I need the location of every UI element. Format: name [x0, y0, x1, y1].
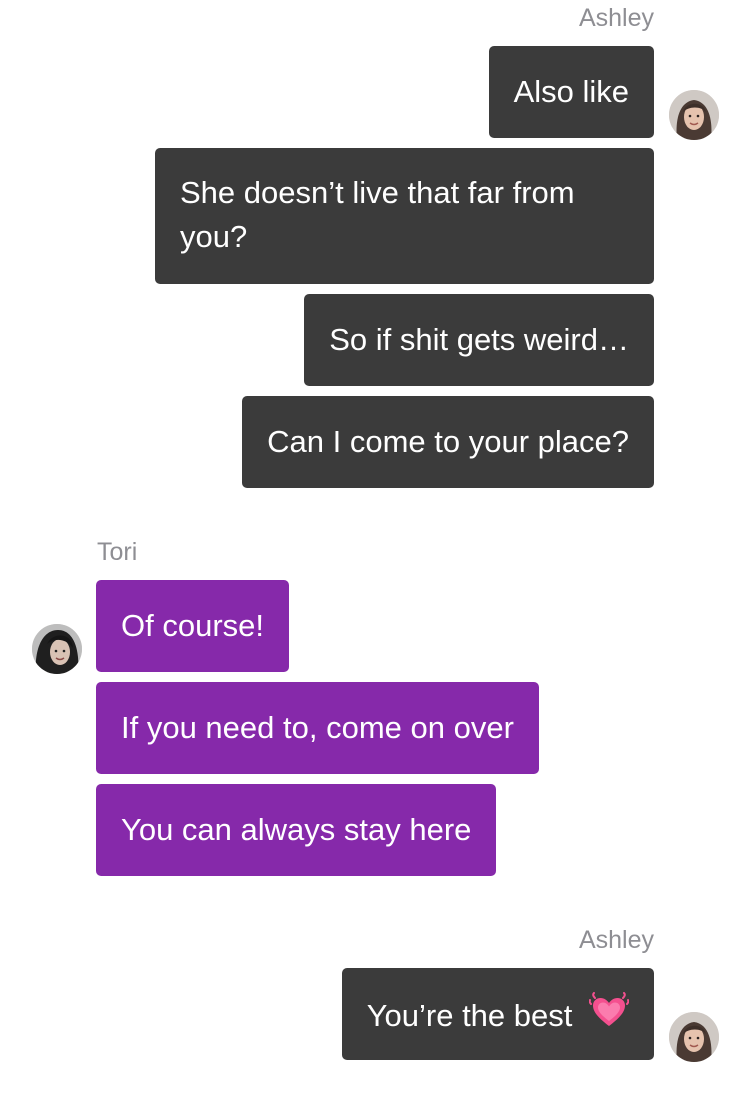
- message-bubble-outgoing[interactable]: So if shit gets weird…: [304, 294, 654, 386]
- message-text: Also like: [513, 74, 629, 109]
- growing-heart-icon: [588, 992, 630, 1044]
- message-text: She doesn’t live that far from you?: [180, 175, 575, 254]
- avatar-ashley[interactable]: [669, 90, 719, 140]
- avatar-tori[interactable]: [32, 624, 82, 674]
- avatar-ashley-photo: [669, 90, 719, 140]
- message-bubble-outgoing[interactable]: Can I come to your place?: [242, 396, 654, 488]
- message-text: You’re the best: [366, 998, 573, 1034]
- avatar-ashley[interactable]: [669, 1012, 719, 1062]
- sender-name-tori: Tori: [97, 538, 138, 566]
- sender-name-ashley: Ashley: [578, 926, 654, 954]
- message-bubble-outgoing[interactable]: She doesn’t live that far from you?: [155, 148, 654, 284]
- message-bubble-outgoing[interactable]: You’re the best: [341, 968, 654, 1060]
- message-text: If you need to, come on over: [121, 710, 514, 745]
- message-bubble-outgoing[interactable]: Also like: [488, 46, 654, 138]
- message-bubble-incoming[interactable]: If you need to, come on over: [96, 682, 539, 774]
- avatar-ashley-photo: [669, 1012, 719, 1062]
- message-bubble-incoming[interactable]: Of course!: [96, 580, 289, 672]
- message-text: So if shit gets weird…: [329, 322, 629, 357]
- message-text: Can I come to your place?: [267, 424, 629, 459]
- avatar-tori-photo: [32, 624, 82, 674]
- message-text: You can always stay here: [121, 812, 472, 847]
- message-bubble-incoming[interactable]: You can always stay here: [96, 784, 497, 876]
- message-text: Of course!: [121, 608, 264, 643]
- sender-name-ashley: Ashley: [578, 4, 654, 32]
